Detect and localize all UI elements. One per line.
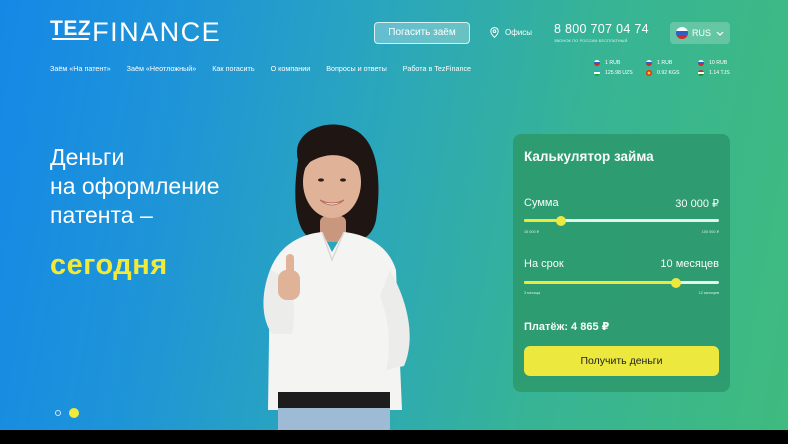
term-label: На срок (524, 258, 564, 270)
hero-title: Деньги на оформление патента – (50, 143, 220, 230)
phone-note: ЗВОНОК ПО РОССИИ БЕСПЛАТНЫЙ (554, 38, 628, 43)
nav-item-how-to-repay[interactable]: Как погасить (212, 64, 254, 73)
phone-number[interactable]: 8 800 707 04 74 (554, 22, 649, 36)
term-slider[interactable] (524, 277, 719, 288)
amount-value: 30 000 ₽ (675, 198, 719, 210)
term-range: 3 месяца 12 месяцев (524, 291, 719, 295)
term-value: 10 месяцев (660, 258, 719, 270)
hero-accent: сегодня (50, 249, 168, 281)
amount-slider[interactable] (524, 215, 719, 226)
tajikistan-flag-icon (698, 70, 704, 76)
main-nav: Заём «На патент» Заём «Неотложный» Как п… (50, 64, 487, 73)
rate-item: 1 RUB (646, 59, 698, 67)
pagination-dot-active[interactable] (69, 408, 79, 418)
hero-person-image (263, 124, 410, 430)
chevron-down-icon (716, 31, 724, 36)
nav-item-patent-loan[interactable]: Заём «На патент» (50, 64, 111, 73)
calculator-title: Калькулятор займа (524, 149, 654, 164)
term-max: 12 месяцев (698, 291, 719, 295)
language-select[interactable]: RUS (670, 22, 730, 44)
pagination-dot[interactable] (55, 410, 61, 416)
monthly-payment: Платёж: 4 865 ₽ (524, 321, 610, 333)
term-slider-handle[interactable] (671, 277, 682, 288)
kyrgyzstan-flag-icon (646, 70, 652, 76)
nav-item-faq[interactable]: Вопросы и ответы (326, 64, 387, 73)
get-money-button[interactable]: Получить деньги (524, 346, 719, 376)
amount-label: Сумма (524, 197, 559, 209)
term-min: 3 месяца (524, 291, 541, 295)
rate-text: 0.92 KGS (657, 70, 680, 76)
rate-item: 125.98 UZS (594, 69, 646, 77)
nav-item-about[interactable]: О компании (271, 64, 311, 73)
language-code: RUS (692, 28, 712, 38)
rate-text: 1 RUB (657, 60, 673, 66)
offices-link[interactable]: Офисы (490, 27, 532, 38)
currency-rates: 1 RUB 1 RUB 10 RUB 125.98 UZS 0.92 KGS 1… (594, 59, 738, 77)
russia-flag-icon (676, 27, 688, 39)
nav-item-urgent-loan[interactable]: Заём «Неотложный» (127, 64, 197, 73)
russia-flag-icon (698, 60, 704, 66)
rate-text: 125.98 UZS (605, 70, 633, 76)
loan-calculator: Калькулятор займа Сумма 30 000 ₽ 15 000 … (513, 134, 730, 392)
hero-pagination (55, 408, 87, 418)
hero-line: Деньги (50, 144, 125, 170)
rate-item: 0.92 KGS (646, 69, 698, 77)
phone-block[interactable]: 8 800 707 04 74 ЗВОНОК ПО РОССИИ БЕСПЛАТ… (554, 22, 649, 43)
rate-text: 1.14 TJS (709, 70, 730, 76)
location-pin-icon (490, 27, 499, 38)
amount-min: 15 000 ₽ (524, 230, 540, 234)
amount-slider-handle[interactable] (556, 215, 567, 226)
page: TEZ FINANCE Погасить заём Офисы 8 800 70… (0, 0, 788, 430)
russia-flag-icon (594, 60, 600, 66)
russia-flag-icon (646, 60, 652, 66)
hero-line: патента – (50, 202, 153, 228)
brand-logo[interactable]: TEZ FINANCE (50, 17, 222, 47)
rate-text: 10 RUB (709, 60, 728, 66)
rate-item: 1 RUB (594, 59, 646, 67)
rate-text: 1 RUB (605, 60, 621, 66)
uzbekistan-flag-icon (594, 70, 600, 76)
amount-max: 100 000 ₽ (701, 230, 719, 234)
repay-loan-button[interactable]: Погасить заём (374, 22, 470, 44)
logo-finance: FINANCE (92, 17, 222, 47)
nav-item-careers[interactable]: Работа в TezFinance (403, 64, 471, 73)
rate-item: 1.14 TJS (698, 69, 738, 77)
rate-item: 10 RUB (698, 59, 738, 67)
offices-label: Офисы (505, 28, 533, 37)
bottom-black-bar (0, 430, 788, 444)
hero-line: на оформление (50, 173, 220, 199)
logo-tez: TEZ (50, 17, 92, 40)
term-slider-fill (524, 281, 677, 284)
amount-range: 15 000 ₽ 100 000 ₽ (524, 229, 719, 234)
